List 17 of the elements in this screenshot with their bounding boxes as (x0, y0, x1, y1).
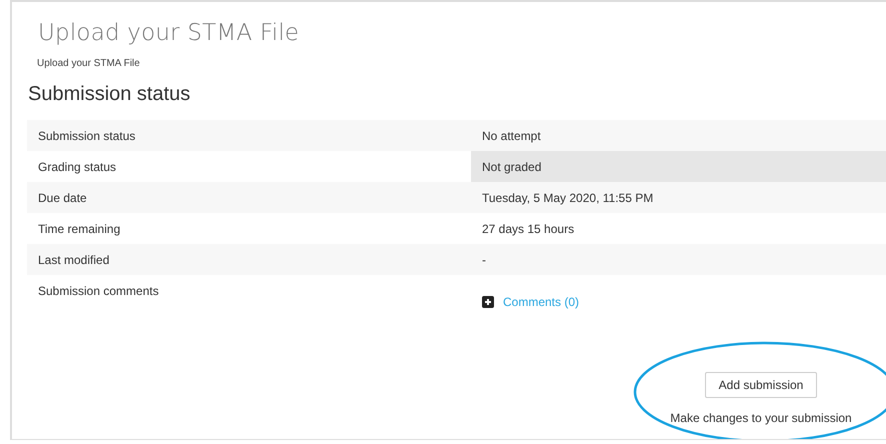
row-value: - (481, 252, 487, 269)
hint-text: Make changes to your submission (670, 411, 852, 425)
page-title: Upload your STMA File (38, 20, 300, 46)
section-heading: Submission status (28, 83, 192, 106)
row-label: Last modified (37, 252, 110, 269)
intro-text: Upload your STMA File (37, 58, 141, 69)
row-label: Submission status (37, 128, 136, 145)
row-label: Time remaining (37, 221, 122, 238)
add-submission-button[interactable]: Add submission (704, 372, 818, 398)
row-value: Tuesday, 5 May 2020, 11:55 PM (481, 190, 654, 207)
row-label: Grading status (37, 159, 118, 176)
row-label: Due date (37, 190, 88, 207)
row-value: No attempt (481, 128, 542, 145)
plus-icon (482, 296, 494, 308)
row-value: Not graded (471, 151, 886, 183)
row-value: 27 days 15 hours (481, 221, 576, 238)
row-label: Submission comments (37, 283, 160, 300)
